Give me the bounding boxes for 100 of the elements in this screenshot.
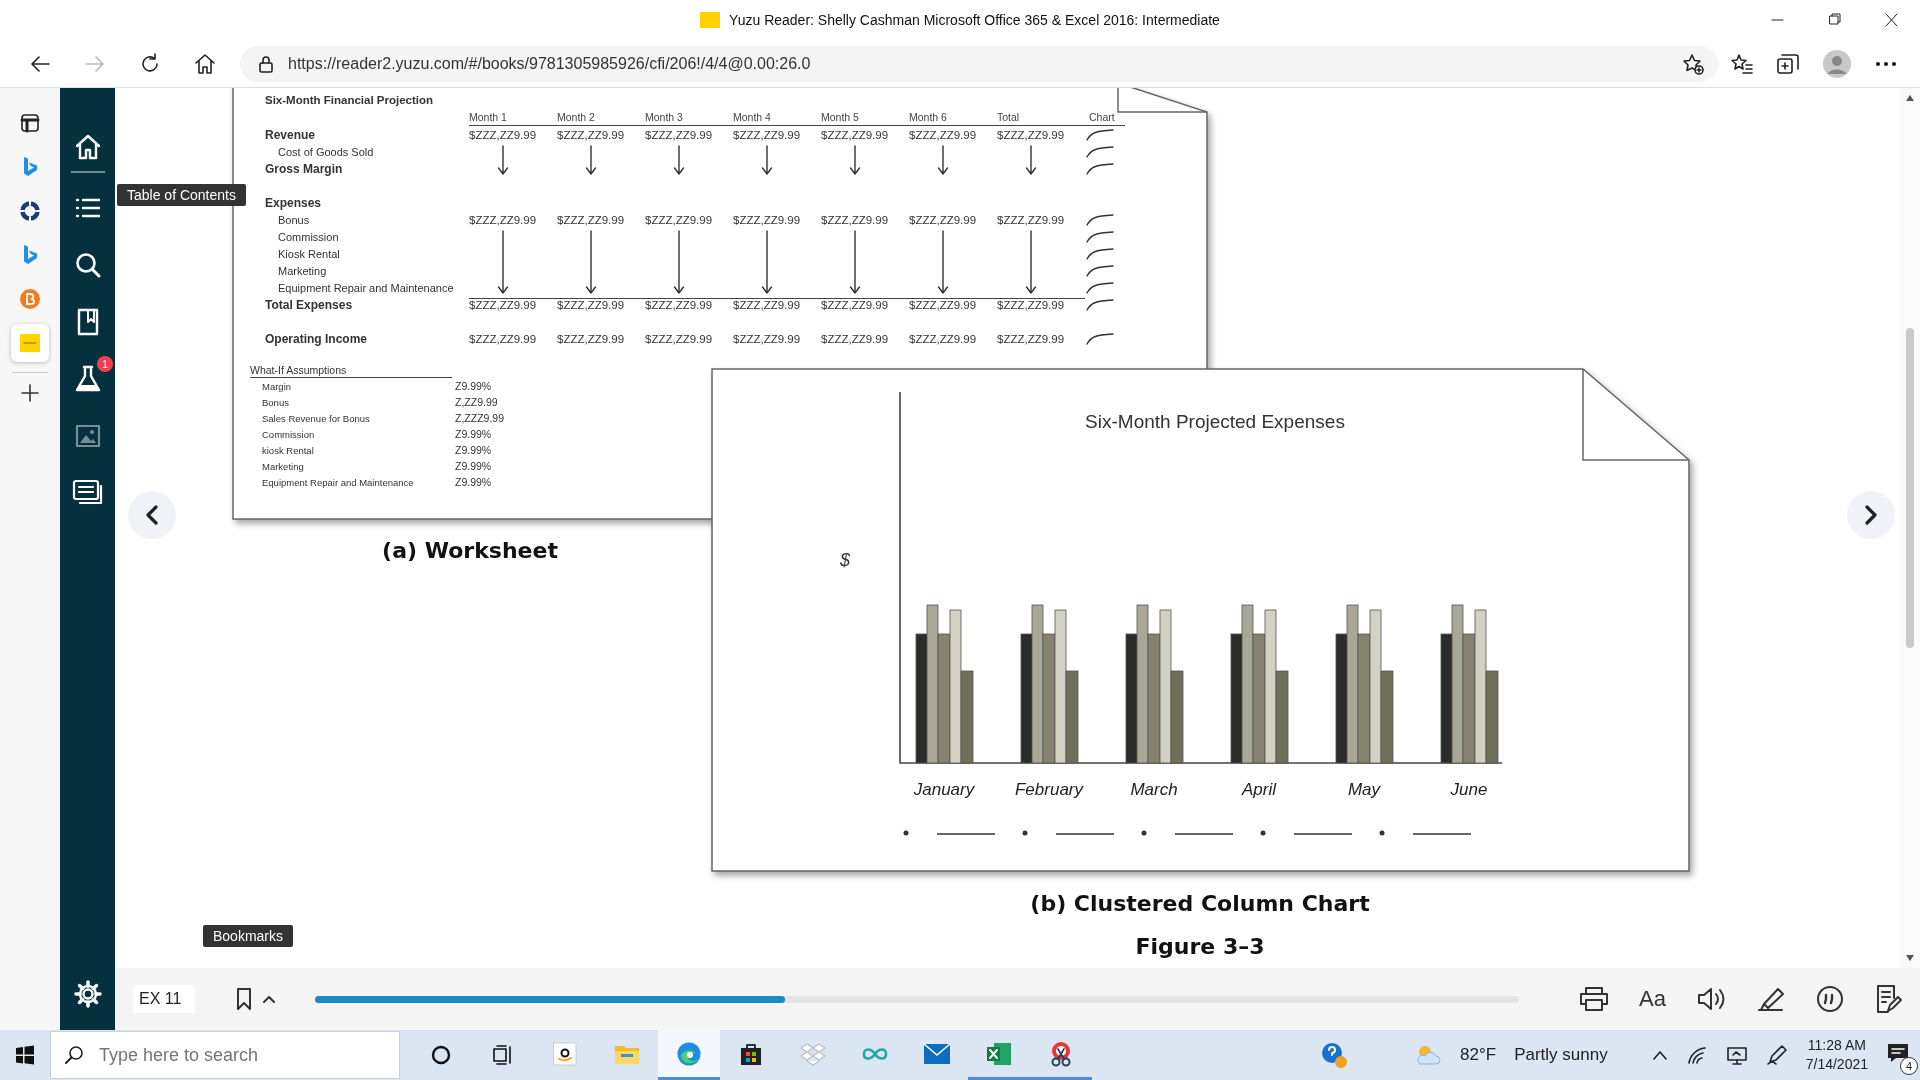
- search-icon[interactable]: [73, 250, 102, 279]
- sparkline-icon: [1085, 212, 1115, 227]
- column-header: Month 5: [821, 109, 909, 126]
- shopping-app-icon[interactable]: [553, 1041, 577, 1066]
- assumption-label: Margin: [262, 380, 293, 392]
- column-header: Month 6: [909, 109, 997, 126]
- round-logo-icon[interactable]: [19, 288, 41, 310]
- taskbar-search-field[interactable]: Type here to search: [50, 1031, 400, 1079]
- down-arrow-icon: [761, 229, 773, 295]
- sparkline-icon: [1085, 161, 1115, 176]
- row-label: Total Expenses: [265, 297, 354, 312]
- tooltip: Bookmarks: [203, 925, 294, 947]
- chart-title: Six-Month Projected Expenses: [1085, 411, 1345, 432]
- axis-label: $: [840, 550, 850, 570]
- wifi-icon[interactable]: [1685, 1045, 1708, 1065]
- progress-slider[interactable]: [315, 995, 1520, 1003]
- cortana-circle-icon[interactable]: [430, 1044, 452, 1066]
- value-cell-text: $ZZZ,ZZ9.99: [997, 332, 1066, 345]
- profile-avatar-icon[interactable]: [1822, 48, 1852, 79]
- clock-time: 11:28 AM: [1807, 1036, 1866, 1055]
- value-cell-text: $ZZZ,ZZ9.99: [733, 332, 802, 345]
- chat-cards-icon[interactable]: [71, 478, 104, 507]
- value-cell: $ZZZ,ZZ9.99: [821, 298, 909, 311]
- notifications-icon[interactable]: [1886, 1041, 1910, 1064]
- yuzu-logo-icon[interactable]: [19, 333, 41, 353]
- pen-icon[interactable]: [1765, 1044, 1788, 1066]
- value-cell: $ZZZ,ZZ9.99: [469, 298, 557, 311]
- lock-icon: [258, 54, 274, 73]
- settings-icon[interactable]: [73, 980, 102, 1008]
- notification-badge: 1: [97, 356, 113, 372]
- scroll-up-icon[interactable]: [1905, 94, 1915, 102]
- assumption-value: Z9.99%: [455, 380, 493, 392]
- add-favorite-icon[interactable]: [1682, 52, 1704, 75]
- speaker-icon[interactable]: [1696, 986, 1726, 1012]
- collections-icon[interactable]: [1776, 52, 1800, 75]
- down-arrow-icon: [937, 144, 949, 176]
- notes-icon[interactable]: [1874, 984, 1902, 1014]
- spreadsheet-icon[interactable]: [986, 1041, 1012, 1066]
- value-cell-text: $ZZZ,ZZ9.99: [469, 213, 538, 226]
- row-label: Gross Margin: [265, 161, 344, 176]
- category-label: April: [1242, 780, 1276, 799]
- add-icon[interactable]: [20, 383, 40, 403]
- down-arrow-icon: [849, 229, 861, 295]
- row-label: Revenue: [265, 127, 317, 142]
- down-arrow-icon: [673, 144, 685, 176]
- column-header: Chart: [1085, 109, 1125, 126]
- page-bookmark-icon[interactable]: [75, 306, 100, 337]
- windows-start-icon[interactable]: [15, 1045, 35, 1065]
- browser-icon[interactable]: [676, 1040, 702, 1067]
- display-icon[interactable]: [1725, 1045, 1748, 1065]
- quote-bubble-icon[interactable]: [1816, 985, 1844, 1013]
- tab-actions-icon[interactable]: [20, 113, 40, 133]
- value-cell-text: $ZZZ,ZZ9.99: [557, 213, 626, 226]
- value-cell-text: $ZZZ,ZZ9.99: [557, 332, 626, 345]
- search-icon: [64, 1045, 84, 1065]
- sparkline-icon: [1085, 144, 1115, 159]
- caret-up-icon[interactable]: [1651, 1050, 1668, 1060]
- down-arrow-icon: [1025, 229, 1037, 295]
- previous-page-button[interactable]: [128, 491, 176, 539]
- value-cell-text: $ZZZ,ZZ9.99: [821, 332, 890, 345]
- row-label: Kiosk Rental: [277, 247, 341, 260]
- category-label: March: [1130, 780, 1178, 799]
- assumption-value: Z,ZZ9.99: [455, 396, 499, 408]
- font-size-button[interactable]: Aa: [1639, 986, 1666, 1012]
- row-label: Marketing: [277, 264, 328, 277]
- value-cell-text: $ZZZ,ZZ9.99: [645, 213, 714, 226]
- help-icon[interactable]: [1320, 1041, 1349, 1069]
- scrollbar-thumb[interactable]: [1906, 328, 1914, 648]
- page-field[interactable]: EX 11: [133, 985, 195, 1013]
- ring-icon[interactable]: [19, 200, 41, 222]
- assumption-label: Equipment Repair and Maintenance: [262, 476, 415, 488]
- down-arrow-icon: [497, 229, 509, 295]
- sparkline-icon: [1085, 331, 1115, 346]
- category-label: February: [1015, 780, 1083, 799]
- bookmark-icon[interactable]: [235, 987, 253, 1011]
- column-header: Month 3: [645, 109, 733, 126]
- favorites-icon[interactable]: [1730, 52, 1754, 75]
- value-cell-text: $ZZZ,ZZ9.99: [557, 128, 626, 141]
- row-label: Commission: [277, 230, 340, 243]
- value-cell-text: $ZZZ,ZZ9.99: [997, 213, 1066, 226]
- home-icon[interactable]: [193, 52, 216, 75]
- sparkline-icon: [1085, 127, 1115, 142]
- assumption-value: Z9.99%: [455, 476, 493, 488]
- category-label: January: [913, 780, 975, 799]
- mail-icon[interactable]: [923, 1042, 951, 1065]
- sparkline-icon: [1085, 297, 1115, 312]
- next-page-button[interactable]: [1847, 491, 1895, 539]
- down-arrow-icon: [1025, 144, 1037, 176]
- column-header: Total: [997, 109, 1085, 126]
- flask-icon[interactable]: [73, 363, 102, 394]
- address-bar[interactable]: https://reader2.yuzu.com/#/books/9781305985926/cfi/206!/4/4@0.00:26.0: [240, 45, 1718, 82]
- value-cell: $ZZZ,ZZ9.99: [909, 298, 997, 311]
- scissors-icon[interactable]: [1049, 1040, 1073, 1067]
- assumption-label: Marketing: [262, 460, 305, 472]
- caret-up-icon[interactable]: [263, 995, 275, 1003]
- value-cell-text: $ZZZ,ZZ9.99: [733, 213, 802, 226]
- scroll-down-icon[interactable]: [1905, 954, 1915, 962]
- print-icon[interactable]: [1579, 986, 1610, 1012]
- highlighter-icon[interactable]: [1756, 986, 1786, 1012]
- scrollbar[interactable]: [1900, 88, 1920, 968]
